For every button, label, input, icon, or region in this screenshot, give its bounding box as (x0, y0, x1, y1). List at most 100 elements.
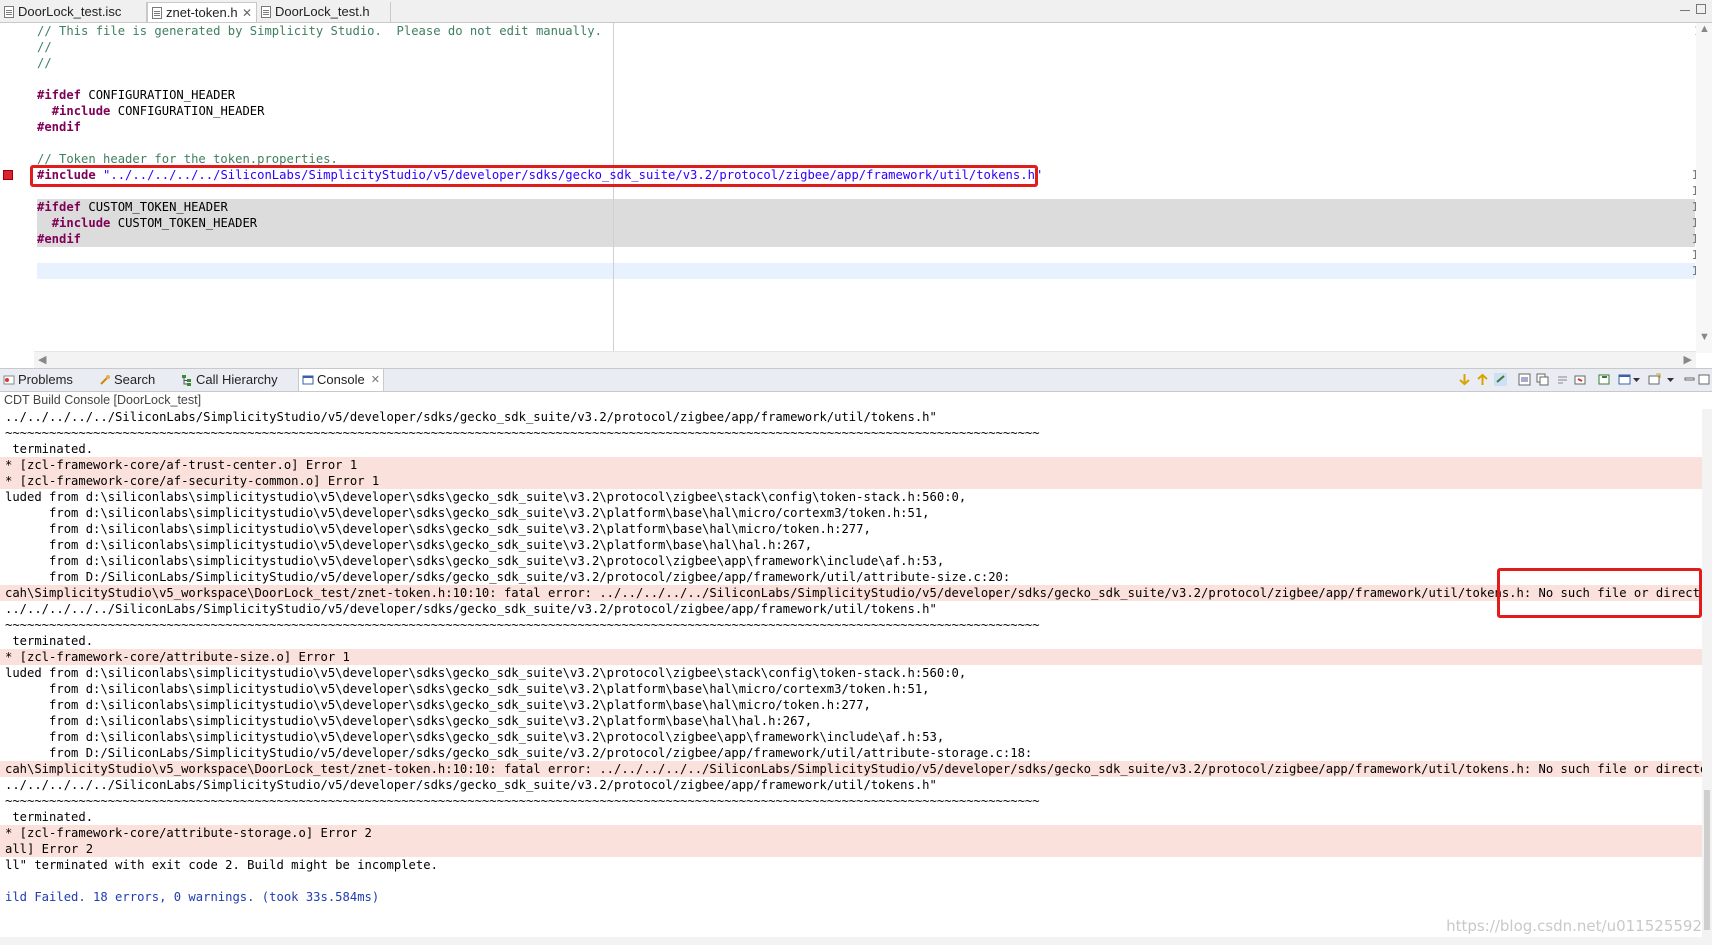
console-line: from D:/SiliconLabs/SimplicityStudio/v5/… (5, 746, 1033, 760)
panel-tab-bar: Problems Search Call Hierarchy Console ✕ (0, 368, 1712, 392)
chevron-down-icon[interactable] (1632, 373, 1641, 386)
code-line: #include CUSTOM_TOKEN_HEADER (37, 215, 257, 231)
code-line: #include CONFIGURATION_HEADER (37, 103, 265, 119)
console-line: ~~~~~~~~~~~~~~~~~~~~~~~~~~~~~~~~~~~~~~~~… (5, 794, 1040, 808)
console-line: from d:\siliconlabs\simplicitystudio\v5\… (5, 538, 813, 552)
code-line: // This file is generated by Simplicity … (37, 24, 602, 38)
code-line: #endif (37, 231, 81, 247)
open-console-icon[interactable] (1618, 373, 1631, 386)
preprocessor-keyword: #ifdef (37, 200, 82, 214)
console-error-line: * [zcl-framework-core/attribute-storage.… (0, 825, 1702, 841)
preprocessor-keyword: #endif (37, 232, 82, 246)
console-horizontal-scrollbar[interactable] (0, 937, 1702, 945)
console-error-line: cah\SimplicityStudio\v5_workspace\DoorLo… (0, 585, 1702, 601)
console-line: ~~~~~~~~~~~~~~~~~~~~~~~~~~~~~~~~~~~~~~~~… (5, 426, 1040, 440)
scroll-lock-up-icon[interactable] (1476, 373, 1489, 386)
editor-tab-bar: DoorLock_test.isc znet-token.h ✕ DoorLoc… (0, 0, 1712, 23)
editor-tab-doorlock-h[interactable]: DoorLock_test.h (257, 2, 391, 22)
editor-horizontal-scrollbar[interactable]: ◀ ▶ (34, 351, 1696, 368)
console-line: from d:\siliconlabs\simplicitystudio\v5\… (5, 682, 930, 696)
copy-icon[interactable] (1536, 373, 1549, 386)
console-error-line: * [zcl-framework-core/af-trust-center.o]… (0, 457, 1702, 473)
maximize-icon[interactable] (1698, 373, 1711, 386)
tab-problems[interactable]: Problems (0, 369, 92, 391)
chevron-down-icon[interactable] (1666, 373, 1675, 386)
clear-console-icon[interactable] (1518, 373, 1531, 386)
editor-tab-label: DoorLock_test.isc (18, 4, 122, 19)
scroll-right-icon[interactable]: ▶ (1684, 353, 1692, 366)
console-line: from d:\siliconlabs\simplicitystudio\v5\… (5, 698, 871, 712)
macro-name: CUSTOM_TOKEN_HEADER (81, 200, 228, 214)
scroll-down-icon[interactable]: ▼ (1699, 331, 1710, 343)
display-console-icon[interactable] (1598, 373, 1611, 386)
editor-tab-doorlock-isc[interactable]: DoorLock_test.isc (0, 2, 147, 22)
minimize-icon[interactable] (1680, 10, 1690, 13)
new-console-icon[interactable] (1648, 373, 1661, 386)
scroll-lock-down-icon[interactable] (1458, 373, 1471, 386)
watermark: https://blog.csdn.net/u011525592 (1446, 917, 1702, 935)
console-line: from d:\siliconlabs\simplicitystudio\v5\… (5, 522, 871, 536)
scroll-left-icon[interactable]: ◀ (38, 353, 46, 366)
header-file-icon (261, 6, 271, 18)
macro-name: CONFIGURATION_HEADER (81, 88, 236, 102)
console-line: from d:\siliconlabs\simplicitystudio\v5\… (5, 714, 813, 728)
tab-console[interactable]: Console ✕ (298, 369, 384, 391)
highlight-box (30, 165, 1038, 187)
close-icon[interactable]: ✕ (242, 3, 252, 23)
error-callout-box (1497, 568, 1702, 618)
tab-label: Call Hierarchy (196, 372, 278, 387)
call-hierarchy-icon (182, 375, 191, 386)
console-icon (302, 375, 314, 385)
tab-search[interactable]: Search (96, 369, 176, 391)
console-line: ../../../../../SiliconLabs/SimplicityStu… (5, 602, 937, 616)
build-summary-line: ild Failed. 18 errors, 0 warnings. (took… (5, 890, 380, 904)
console-line: ~~~~~~~~~~~~~~~~~~~~~~~~~~~~~~~~~~~~~~~~… (5, 618, 1040, 632)
tab-label: Problems (18, 372, 73, 387)
console-line: from d:\siliconlabs\simplicitystudio\v5\… (5, 506, 930, 520)
console-line: ../../../../../SiliconLabs/SimplicityStu… (5, 410, 937, 424)
tab-call-hierarchy[interactable]: Call Hierarchy (178, 369, 296, 391)
console-line: terminated. (5, 442, 94, 456)
word-wrap-icon[interactable] (1556, 373, 1569, 386)
file-icon (4, 6, 14, 18)
current-line-highlight (37, 263, 1695, 279)
inactive-code-region (37, 199, 1695, 247)
editor-vertical-scrollbar[interactable]: ▲ ▼ (1696, 23, 1712, 353)
console-scroll-thumb[interactable] (1704, 790, 1710, 930)
tab-label: Console (317, 372, 365, 387)
preprocessor-keyword: #ifdef (37, 88, 82, 102)
code-editor[interactable]: 1⊖ 2 3 4 5 6 7 8 9 10 11 12 13 14 15 16 … (0, 23, 1712, 368)
console-line: terminated. (5, 810, 94, 824)
console-line: from d:\siliconlabs\simplicitystudio\v5\… (5, 554, 945, 568)
console-line: from D:/SiliconLabs/SimplicityStudio/v5/… (5, 570, 1011, 584)
macro-name: CONFIGURATION_HEADER (110, 104, 265, 118)
link-icon[interactable] (1494, 373, 1507, 386)
error-marker-icon[interactable] (3, 170, 13, 180)
pin-console-icon[interactable] (1574, 373, 1587, 386)
editor-tab-znet-token[interactable]: znet-token.h ✕ (147, 2, 257, 22)
code-line: // (37, 56, 52, 70)
console-output[interactable]: ../../../../../SiliconLabs/SimplicityStu… (0, 409, 1702, 937)
search-icon (100, 375, 110, 385)
console-title: CDT Build Console [DoorLock_test] (4, 393, 202, 407)
close-icon[interactable]: ✕ (371, 369, 380, 391)
console-line: luded from d:\siliconlabs\simplicitystud… (5, 666, 967, 680)
code-line: #endif (37, 119, 81, 135)
console-error-line: * [zcl-framework-core/attribute-size.o] … (0, 649, 1702, 665)
console-line: ../../../../../SiliconLabs/SimplicityStu… (5, 778, 937, 792)
console-line: ll" terminated with exit code 2. Build m… (5, 858, 438, 872)
problems-icon (3, 375, 15, 385)
preprocessor-keyword: #include (51, 104, 111, 118)
header-file-icon (152, 7, 162, 19)
maximize-icon[interactable] (1696, 4, 1706, 14)
scroll-up-icon[interactable]: ▲ (1699, 23, 1710, 35)
editor-tab-label: znet-token.h (166, 5, 238, 20)
tab-label: Search (114, 372, 156, 387)
code-line: #ifdef CUSTOM_TOKEN_HEADER (37, 199, 228, 215)
macro-name: CUSTOM_TOKEN_HEADER (110, 216, 258, 230)
console-line: luded from d:\siliconlabs\simplicitystud… (5, 490, 967, 504)
minimize-icon[interactable] (1683, 373, 1696, 386)
console-error-line: all] Error 2 (0, 841, 1702, 857)
preprocessor-keyword: #include (51, 216, 111, 230)
